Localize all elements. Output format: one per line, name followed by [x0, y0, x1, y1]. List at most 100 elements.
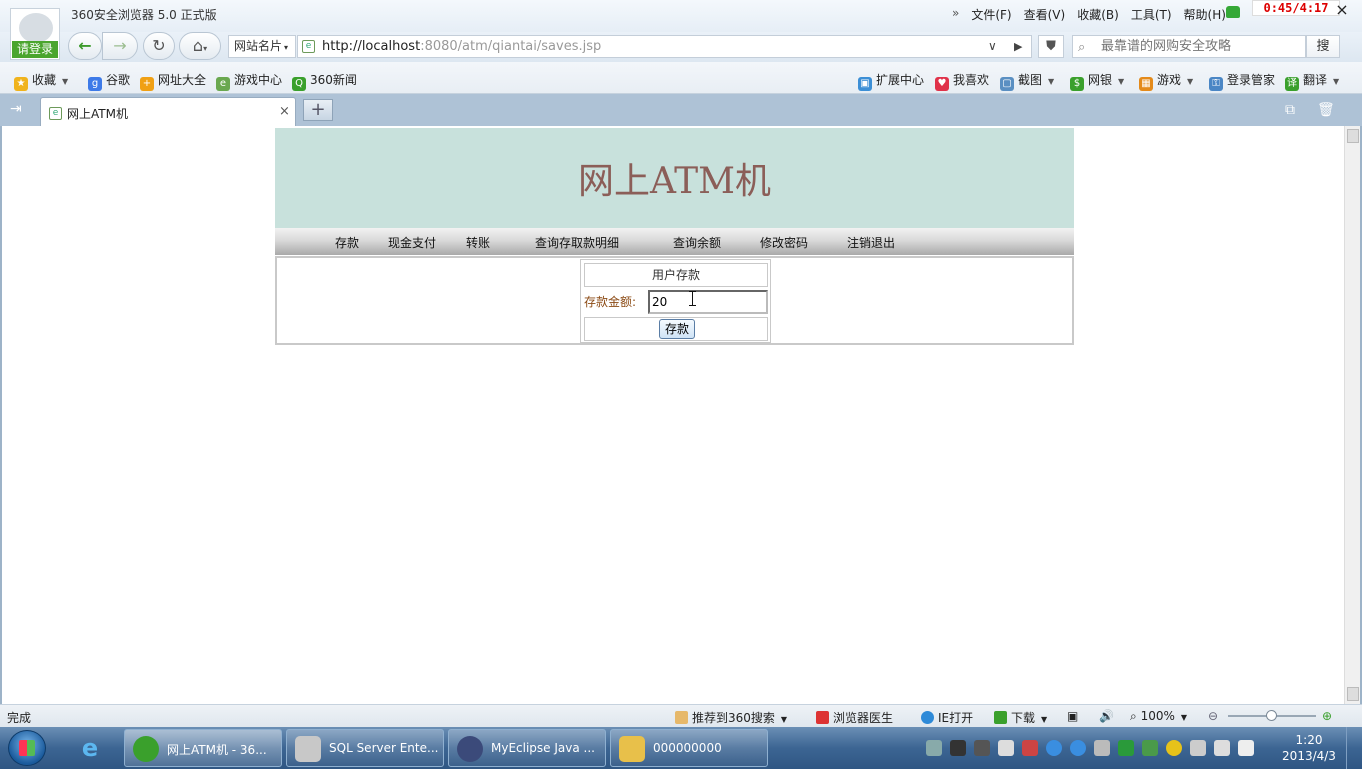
nav-logout-link[interactable]: 注销退出: [847, 234, 895, 251]
volume-icon[interactable]: 🔊: [1099, 709, 1114, 723]
nav-cash-payment-link[interactable]: 现金支付: [388, 234, 436, 251]
360-browser-icon: [133, 736, 159, 762]
taskbar-item-myeclipse[interactable]: MyEclipse Java ...: [448, 729, 606, 767]
qq-tray-icon[interactable]: [1046, 740, 1062, 756]
search-box[interactable]: ⌕: [1072, 35, 1306, 58]
tab-close-icon[interactable]: ×: [279, 104, 290, 119]
search-button[interactable]: 搜: [1306, 35, 1340, 58]
user-avatar[interactable]: 请登录: [10, 8, 60, 60]
vertical-scrollbar[interactable]: [1344, 126, 1360, 704]
bookmark-login-manager[interactable]: ⚿ 登录管家: [1209, 71, 1275, 91]
menu-help[interactable]: 帮助(H): [1184, 6, 1226, 23]
scroll-down-icon[interactable]: [1347, 687, 1359, 701]
browser-tray-icon[interactable]: [1070, 740, 1086, 756]
show-desktop-button[interactable]: [1346, 727, 1360, 769]
checklist-tray-icon[interactable]: [1142, 740, 1158, 756]
bookmark-label: 网银: [1088, 73, 1113, 87]
refresh-button[interactable]: ↻: [143, 32, 175, 60]
mouse-icon[interactable]: [998, 740, 1014, 756]
bookmark-favorites[interactable]: ★ 收藏 ▼: [14, 71, 68, 91]
zoom-out-icon[interactable]: ⊖: [1208, 709, 1218, 723]
taskbar-item-folder[interactable]: 000000000: [610, 729, 768, 767]
atm-header-banner: 网上ATM机: [275, 128, 1074, 228]
bookmark-games[interactable]: ▦ 游戏 ▼: [1139, 71, 1193, 91]
nav-balance-link[interactable]: 查询余额: [673, 234, 721, 251]
address-bar[interactable]: e http://localhost:8080/atm/qiantai/save…: [297, 35, 1032, 58]
browser-doctor-button[interactable]: 浏览器医生: [816, 709, 893, 726]
menu-view[interactable]: 查看(V): [1024, 6, 1066, 23]
nav-change-password-link[interactable]: 修改密码: [760, 234, 808, 251]
bookmark-site-directory[interactable]: + 网址大全: [140, 71, 206, 91]
menu-file[interactable]: 文件(F): [971, 6, 1011, 23]
chevron-down-icon: ▼: [1118, 77, 1125, 86]
window-mode-icon[interactable]: ▣: [1067, 709, 1078, 723]
nav-deposit-link[interactable]: 存款: [335, 234, 359, 251]
home-icon: ⌂: [192, 36, 204, 55]
chevron-down-icon: ▾: [284, 43, 289, 52]
bookmark-online-bank[interactable]: $ 网银 ▼: [1070, 71, 1124, 91]
ie-taskbar-icon[interactable]: e: [70, 731, 110, 765]
start-button[interactable]: [8, 730, 46, 766]
taskbar-item-sql-server[interactable]: SQL Server Ente...: [286, 729, 444, 767]
bookmark-game-center[interactable]: e 游戏中心: [216, 71, 282, 91]
app-title: 360安全浏览器 5.0 正式版: [71, 8, 217, 22]
go-arrow-icon[interactable]: ▶: [1014, 36, 1022, 57]
ie-open-button[interactable]: IE打开: [921, 709, 973, 726]
usb-icon[interactable]: [1190, 740, 1206, 756]
recommend-360-button[interactable]: 推荐到360搜索 ▼: [675, 709, 787, 726]
tab-bar: ⇥ e 网上ATM机 × + ⧉ 🗑: [0, 94, 1362, 126]
bookmark-screenshot[interactable]: ▢ 截图 ▼: [1000, 71, 1054, 91]
forward-button[interactable]: →: [102, 32, 138, 60]
download-button[interactable]: 下载 ▼: [994, 709, 1047, 726]
atm-nav-bar: 存款 现金支付 转账 查询存取款明细 查询余额 修改密码 注销退出: [275, 228, 1074, 255]
keyboard-icon[interactable]: [926, 740, 942, 756]
page-viewport: 网上ATM机 存款 现金支付 转账 查询存取款明细 查询余额 修改密码 注销退出…: [0, 126, 1362, 704]
360-safe-tray-icon[interactable]: [1166, 740, 1182, 756]
menu-tools[interactable]: 工具(T): [1131, 6, 1172, 23]
login-button[interactable]: 请登录: [12, 41, 58, 58]
bookmark-translate[interactable]: 译翻译 ▼: [1285, 71, 1339, 91]
window-close-icon[interactable]: ×: [1334, 2, 1350, 18]
zoom-slider-thumb[interactable]: [1266, 710, 1277, 721]
menu-favorites[interactable]: 收藏(B): [1077, 6, 1119, 23]
address-dropdown-icon[interactable]: ∨: [988, 36, 997, 57]
deposit-button[interactable]: 存款: [659, 319, 695, 339]
speaker-icon[interactable]: [1238, 740, 1254, 756]
heart-icon: ♥: [935, 77, 949, 91]
sidebar-toggle-icon[interactable]: ⇥: [10, 101, 28, 117]
site-card-dropdown[interactable]: 网站名片 ▾: [228, 35, 296, 58]
network-tool-icon[interactable]: [950, 740, 966, 756]
url-path: :8080/atm/qiantai/saves.jsp: [420, 39, 602, 54]
taskbar-item-browser[interactable]: 网上ATM机 - 36...: [124, 729, 282, 767]
back-button[interactable]: ←: [68, 32, 102, 60]
bookmark-google[interactable]: g 谷歌: [88, 71, 130, 91]
trash-icon[interactable]: 🗑: [1317, 102, 1335, 118]
bookmark-i-like[interactable]: ♥ 我喜欢: [935, 71, 989, 91]
home-button[interactable]: ⌂▾: [179, 32, 221, 60]
security-tray-icon[interactable]: [1022, 740, 1038, 756]
refresh-icon: ↻: [152, 36, 166, 55]
network-icon[interactable]: [1214, 740, 1230, 756]
system-clock[interactable]: 1:20 2013/4/3: [1278, 732, 1340, 764]
bookmark-extension-center[interactable]: ▣ 扩展中心: [858, 71, 924, 91]
zoom-in-icon[interactable]: ⊕: [1322, 709, 1332, 723]
media-tray-icon[interactable]: [1094, 740, 1110, 756]
tab-atm[interactable]: e 网上ATM机 ×: [40, 97, 296, 126]
search-input[interactable]: [1101, 37, 1301, 56]
skin-shirt-icon[interactable]: [1226, 6, 1240, 18]
zoom-control[interactable]: ⌕ 100% ▼: [1130, 709, 1187, 724]
search-icon: ⌕: [1078, 40, 1086, 55]
security-shield-icon[interactable]: ⛊: [1038, 35, 1064, 58]
device-icon[interactable]: [974, 740, 990, 756]
new-tab-button[interactable]: +: [303, 99, 333, 121]
url-text[interactable]: http://localhost:8080/atm/qiantai/saves.…: [322, 36, 601, 57]
menu-chevron-icon[interactable]: »: [952, 6, 959, 23]
bookmark-360-news[interactable]: Q 360新闻: [292, 71, 357, 91]
nav-transaction-history-link[interactable]: 查询存取款明细: [535, 234, 619, 251]
restore-window-icon[interactable]: ⧉: [1285, 102, 1303, 118]
amount-input[interactable]: [648, 290, 768, 314]
umbrella-tray-icon[interactable]: [1118, 740, 1134, 756]
nav-transfer-link[interactable]: 转账: [466, 234, 490, 251]
star-icon: ★: [14, 77, 28, 91]
scroll-up-icon[interactable]: [1347, 129, 1359, 143]
